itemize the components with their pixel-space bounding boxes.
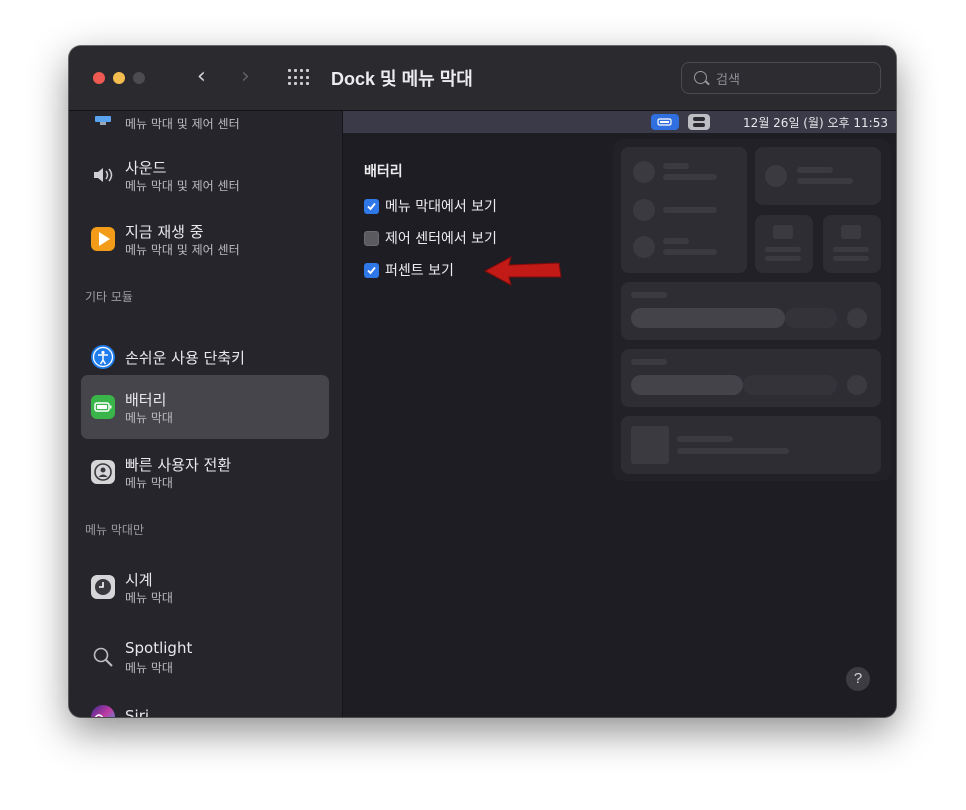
preview-tile — [823, 215, 881, 273]
show-in-menubar-option[interactable]: 메뉴 막대에서 보기 — [364, 197, 497, 215]
search-icon — [694, 71, 707, 84]
speaker-icon — [91, 163, 115, 187]
sidebar-item-battery[interactable]: 배터리 메뉴 막대 — [81, 375, 329, 439]
checkbox-label: 퍼센트 보기 — [385, 263, 454, 279]
show-in-control-center-option[interactable]: 제어 센터에서 보기 — [364, 229, 497, 247]
checkbox-unchecked[interactable] — [364, 230, 379, 246]
spotlight-icon — [91, 645, 115, 669]
title-bar: ‹ › Dock 및 메뉴 막대 — [69, 46, 896, 111]
sidebar-item-title: 빠른 사용자 전환 — [125, 456, 232, 474]
preview-tile — [621, 147, 747, 273]
sidebar-item-title: Spotlight — [125, 639, 193, 657]
section-header-menubar-only: 메뉴 막대만 — [85, 523, 145, 537]
minimize-button[interactable] — [113, 72, 125, 84]
sidebar-item-title: 손쉬운 사용 단축키 — [125, 349, 245, 367]
sidebar-item-title: 사운드 — [125, 159, 167, 177]
sidebar-item-fast-user-switching[interactable]: 빠른 사용자 전환 메뉴 막대 — [81, 440, 329, 504]
sidebar-item-sound[interactable]: 사운드 메뉴 막대 및 제어 센터 — [81, 143, 329, 207]
control-center-preview — [613, 139, 891, 481]
control-center-icon — [688, 114, 710, 130]
sidebar-item-siri[interactable]: Siri — [81, 687, 329, 717]
section-header-other-modules: 기타 모듈 — [85, 290, 133, 304]
user-switch-icon — [91, 460, 115, 484]
battery-section-heading: 배터리 — [364, 164, 403, 180]
back-icon[interactable]: ‹ — [197, 66, 206, 88]
clock-icon — [91, 575, 115, 599]
menubar-clock: 12월 26일 (월) 오후 11:53 — [743, 116, 888, 130]
checkbox-label: 메뉴 막대에서 보기 — [385, 199, 497, 215]
checkbox-checked[interactable] — [364, 198, 379, 214]
battery-menubar-icon — [651, 114, 679, 130]
play-icon — [91, 227, 115, 251]
search-input[interactable] — [714, 69, 878, 91]
accessibility-icon — [91, 345, 115, 369]
sidebar[interactable]: 메뉴 막대 및 제어 센터 사운드 메뉴 막대 및 제어 센터 지금 재생 중 … — [69, 111, 343, 717]
sidebar-item-title: 시계 — [125, 571, 153, 589]
sidebar-item-subtitle: 메뉴 막대 및 제어 센터 — [125, 117, 240, 131]
menubar-preview: 12월 26일 (월) 오후 11:53 — [343, 111, 896, 133]
preview-tile — [621, 416, 881, 474]
preferences-window: ‹ › Dock 및 메뉴 막대 메뉴 막대 및 제어 센터 — [69, 46, 896, 717]
sidebar-item-spotlight[interactable]: Spotlight 메뉴 막대 — [81, 625, 329, 689]
window-title: Dock 및 메뉴 막대 — [331, 69, 473, 89]
sidebar-item-subtitle: 메뉴 막대 및 제어 센터 — [125, 179, 240, 193]
battery-icon — [91, 395, 115, 419]
siri-icon — [91, 705, 115, 717]
sidebar-item-title: Siri — [125, 707, 150, 717]
zoom-button[interactable] — [133, 72, 145, 84]
search-field[interactable] — [681, 62, 881, 94]
preview-tile — [755, 147, 881, 205]
sidebar-item-subtitle: 메뉴 막대 — [125, 661, 173, 675]
red-arrow-annotation — [483, 256, 562, 286]
show-percentage-option[interactable]: 퍼센트 보기 — [364, 261, 454, 279]
sidebar-item-subtitle: 메뉴 막대 — [125, 411, 173, 425]
preview-tile — [755, 215, 813, 273]
forward-icon[interactable]: › — [241, 66, 250, 88]
checkbox-checked[interactable] — [364, 262, 379, 278]
sidebar-item-now-playing[interactable]: 지금 재생 중 메뉴 막대 및 제어 센터 — [81, 207, 329, 271]
display-icon — [93, 111, 113, 125]
sidebar-item-title: 배터리 — [125, 391, 167, 409]
show-all-grid-icon[interactable] — [288, 69, 310, 87]
checkbox-label: 제어 센터에서 보기 — [385, 231, 497, 247]
preview-tile — [621, 349, 881, 407]
content-pane: 12월 26일 (월) 오후 11:53 배터리 메뉴 막대에서 보기 제어 센… — [343, 111, 896, 717]
sidebar-item-clock[interactable]: 시계 메뉴 막대 — [81, 555, 329, 619]
preview-tile — [621, 282, 881, 340]
sidebar-item-subtitle: 메뉴 막대 및 제어 센터 — [125, 243, 240, 257]
sidebar-item-title: 지금 재생 중 — [125, 223, 204, 241]
close-button[interactable] — [93, 72, 105, 84]
sidebar-item-subtitle: 메뉴 막대 — [125, 476, 173, 490]
sidebar-item-subtitle: 메뉴 막대 — [125, 591, 173, 605]
help-button[interactable]: ? — [846, 667, 870, 691]
